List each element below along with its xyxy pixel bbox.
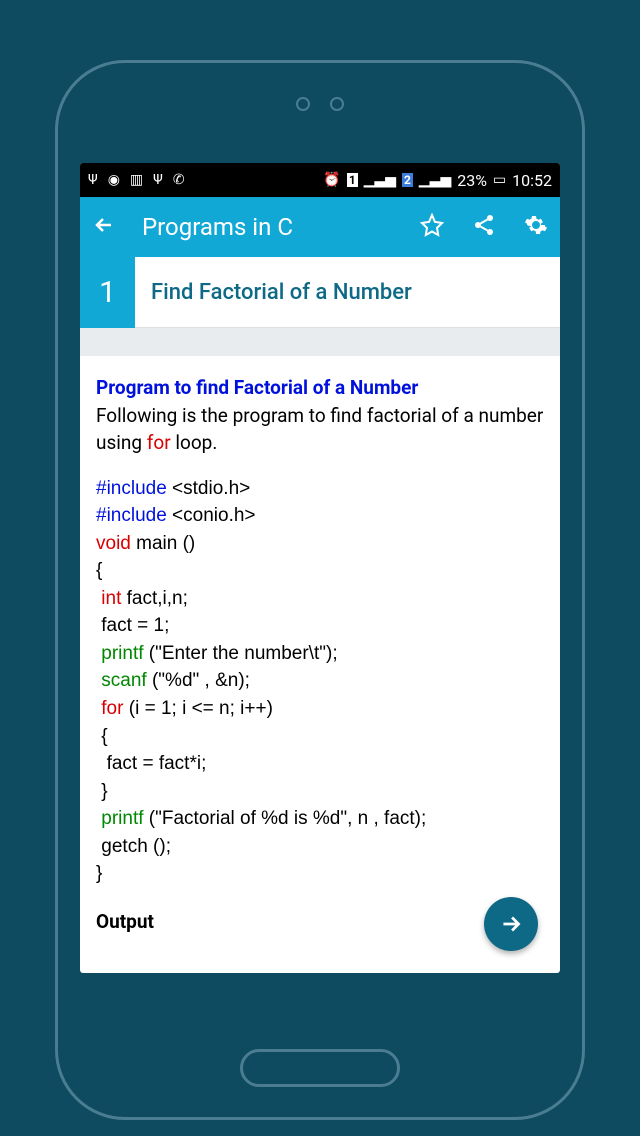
arrow-left-icon: [92, 213, 116, 237]
home-button[interactable]: [240, 1049, 400, 1087]
star-icon: [420, 213, 444, 237]
device-screen: Ψ ◉ ▥ Ψ ✆ ⏰ 1 ▁▃▅ 2 ▁▃▅ 23% ▭ 10:52 Prog…: [80, 163, 560, 973]
phone-speaker: [296, 97, 344, 111]
favorite-button[interactable]: [420, 213, 444, 241]
settings-button[interactable]: [524, 213, 548, 241]
page-number: 1: [80, 257, 135, 328]
signal-icon: ▁▃▅: [364, 172, 396, 188]
content-header: 1 Find Factorial of a Number: [80, 257, 560, 328]
app-bar: Programs in C: [80, 197, 560, 257]
battery-icon: ▭: [493, 172, 506, 188]
back-button[interactable]: [92, 213, 116, 241]
status-system: ⏰ 1 ▁▃▅ 2 ▁▃▅ 23% ▭ 10:52: [323, 171, 552, 190]
output-heading: Output: [96, 908, 544, 936]
program-heading: Program to find Factorial of a Number: [96, 376, 418, 399]
keyword-for: for: [147, 431, 171, 454]
usb-icon: Ψ: [153, 172, 163, 188]
phone-frame: Ψ ◉ ▥ Ψ ✆ ⏰ 1 ▁▃▅ 2 ▁▃▅ 23% ▭ 10:52 Prog…: [55, 60, 585, 1120]
next-button[interactable]: [484, 897, 538, 951]
signal-icon: ▁▃▅: [419, 172, 451, 188]
sim1-indicator: 1: [347, 173, 358, 187]
share-button[interactable]: [472, 213, 496, 241]
battery-percent: 23%: [457, 171, 487, 190]
arrow-right-icon: [498, 911, 524, 937]
disc-icon: ◉: [108, 172, 120, 188]
content-body[interactable]: Program to find Factorial of a Number Fo…: [80, 356, 560, 953]
phone-icon: ✆: [173, 172, 185, 188]
code-block: #include <stdio.h> #include <conio.h> vo…: [96, 475, 544, 888]
usb-icon: Ψ: [88, 172, 98, 188]
share-icon: [472, 213, 496, 237]
divider: [80, 328, 560, 356]
status-notifications: Ψ ◉ ▥ Ψ ✆: [88, 172, 185, 188]
intro-text: loop.: [171, 431, 218, 454]
android-debug-icon: ▥: [130, 172, 143, 188]
app-title: Programs in C: [142, 213, 293, 241]
clock: 10:52: [512, 171, 552, 190]
page-title: Find Factorial of a Number: [135, 257, 560, 328]
status-bar: Ψ ◉ ▥ Ψ ✆ ⏰ 1 ▁▃▅ 2 ▁▃▅ 23% ▭ 10:52: [80, 163, 560, 197]
sim2-indicator: 2: [402, 173, 413, 187]
alarm-icon: ⏰: [323, 172, 340, 188]
gear-icon: [524, 213, 548, 237]
